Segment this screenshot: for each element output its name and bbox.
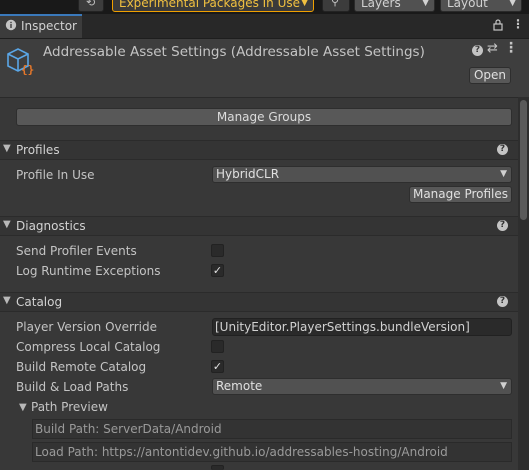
build-remote-catalog-label: Build Remote Catalog xyxy=(16,360,147,374)
next-row-checkbox-partial[interactable] xyxy=(211,465,224,470)
collapse-triangle-icon: ▼ xyxy=(3,219,11,230)
dropdown-arrow-icon: ▼ xyxy=(422,0,429,8)
search-icon: ⚲ xyxy=(331,0,340,8)
presets-icon[interactable]: ⇄ xyxy=(487,41,498,56)
collapse-triangle-icon: ▼ xyxy=(3,143,11,154)
send-profiler-events-checkbox[interactable] xyxy=(211,244,224,257)
inspector-header: {} Addressable Asset Settings (Addressab… xyxy=(0,39,529,98)
log-runtime-exceptions-checkbox[interactable]: ✓ xyxy=(211,264,224,277)
page-title: Addressable Asset Settings (Addressable … xyxy=(43,44,425,60)
dropdown-arrow-icon: ▼ xyxy=(509,0,516,8)
load-path-preview: Load Path: https://antontidev.github.io/… xyxy=(32,442,512,462)
checkmark-icon: ✓ xyxy=(212,264,223,277)
history-icon: ⟲ xyxy=(86,0,96,9)
help-icon[interactable]: ? xyxy=(497,144,508,155)
info-icon xyxy=(5,19,17,34)
more-options-icon[interactable]: ⋮ xyxy=(512,17,524,31)
help-icon[interactable]: ? xyxy=(497,220,508,231)
player-version-override-input[interactable]: [UnityEditor.PlayerSettings.bundleVersio… xyxy=(212,318,512,336)
profile-in-use-label: Profile In Use xyxy=(16,168,95,182)
path-preview-label[interactable]: Path Preview xyxy=(31,400,108,414)
help-icon[interactable]: ? xyxy=(472,45,483,56)
top-toolbar: ⟲ Experimental Packages In Use ▼ ⚲ Layer… xyxy=(0,0,529,14)
layers-label: Layers xyxy=(361,0,401,10)
compress-local-catalog-label: Compress Local Catalog xyxy=(16,340,161,354)
build-load-paths-value: Remote xyxy=(216,379,263,393)
svg-text:{}: {} xyxy=(21,63,34,76)
log-runtime-exceptions-label: Log Runtime Exceptions xyxy=(16,264,161,278)
collapse-triangle-icon: ▼ xyxy=(3,295,11,306)
addressable-settings-icon: {} xyxy=(6,45,38,80)
profiles-section-header[interactable]: ▼ Profiles ? xyxy=(0,140,518,160)
open-button[interactable]: Open xyxy=(469,67,511,84)
scrollbar-thumb[interactable] xyxy=(520,100,527,220)
experimental-packages-label: Experimental Packages In Use xyxy=(119,0,301,10)
player-version-override-label: Player Version Override xyxy=(16,320,158,334)
build-load-paths-label: Build & Load Paths xyxy=(16,380,129,394)
layers-dropdown[interactable]: Layers ▼ xyxy=(354,0,435,12)
help-icon[interactable]: ? xyxy=(497,296,508,307)
section-label: Profiles xyxy=(16,143,60,157)
build-path-preview: Build Path: ServerData/Android xyxy=(32,419,512,439)
next-row-partial xyxy=(16,466,176,470)
history-button[interactable]: ⟲ xyxy=(78,0,104,12)
search-button[interactable]: ⚲ xyxy=(322,0,350,12)
profile-in-use-value: HybridCLR xyxy=(216,167,280,181)
layout-label: Layout xyxy=(447,0,488,10)
path-preview-triangle-icon[interactable]: ▼ xyxy=(19,402,27,413)
compress-local-catalog-checkbox[interactable] xyxy=(211,340,224,353)
manage-groups-button[interactable]: Manage Groups xyxy=(16,108,512,126)
send-profiler-events-label: Send Profiler Events xyxy=(16,244,137,258)
tab-bar: Inspector ⋮ xyxy=(0,14,529,39)
section-label: Catalog xyxy=(16,295,63,309)
build-load-paths-dropdown[interactable]: Remote ▼ xyxy=(212,378,512,395)
experimental-packages-dropdown[interactable]: Experimental Packages In Use ▼ xyxy=(112,0,314,12)
catalog-section-header[interactable]: ▼ Catalog ? xyxy=(0,292,518,312)
layout-dropdown[interactable]: Layout ▼ xyxy=(440,0,522,12)
dropdown-arrow-icon: ▼ xyxy=(301,0,308,8)
dropdown-arrow-icon: ▼ xyxy=(500,381,507,391)
section-label: Diagnostics xyxy=(16,219,86,233)
tab-label: Inspector xyxy=(21,19,77,33)
diagnostics-section-header[interactable]: ▼ Diagnostics ? xyxy=(0,216,518,236)
manage-profiles-button[interactable]: Manage Profiles xyxy=(409,186,512,203)
profile-in-use-dropdown[interactable]: HybridCLR ▼ xyxy=(212,166,512,183)
more-options-icon[interactable]: ⋮ xyxy=(504,40,518,56)
dropdown-arrow-icon: ▼ xyxy=(500,169,507,179)
lock-icon[interactable] xyxy=(493,19,503,34)
checkmark-icon: ✓ xyxy=(212,360,223,373)
build-remote-catalog-checkbox[interactable]: ✓ xyxy=(211,360,224,373)
tab-inspector[interactable]: Inspector xyxy=(0,14,82,38)
